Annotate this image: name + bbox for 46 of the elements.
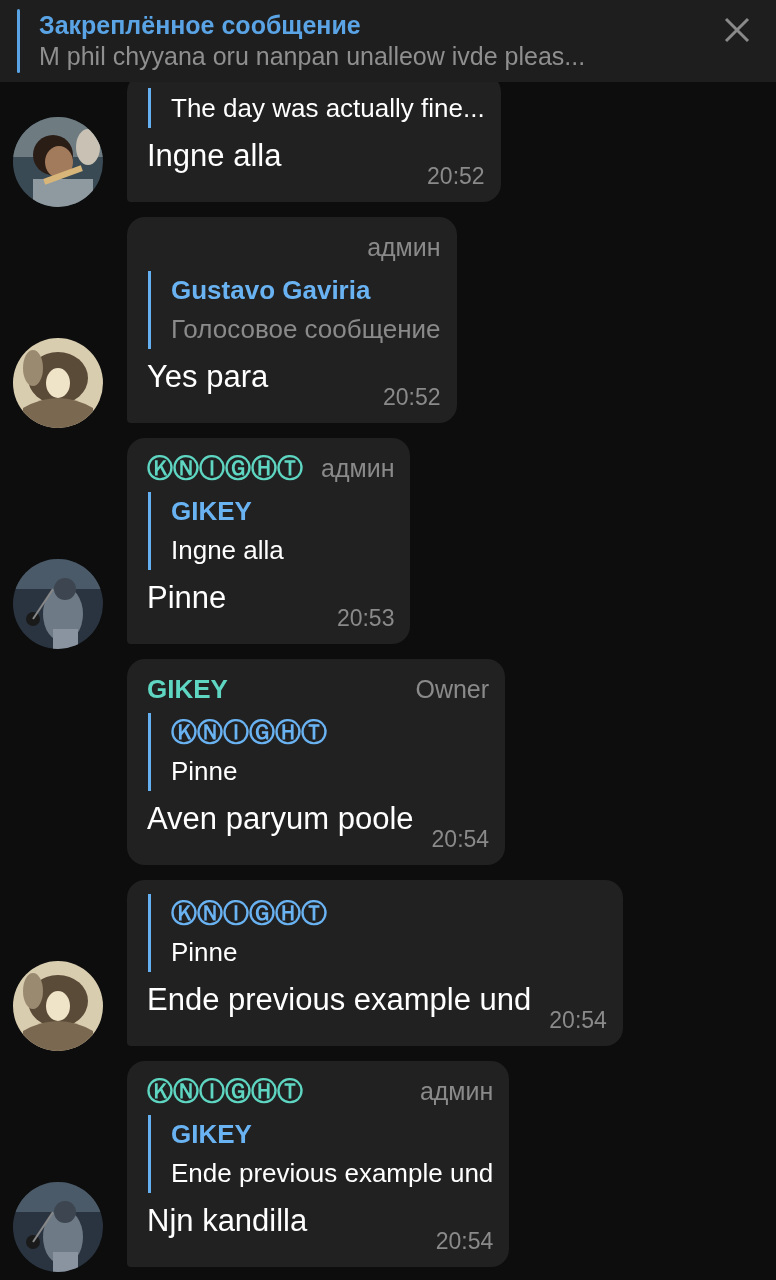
message-text: Ende previous example und [147,981,532,1019]
sender-name[interactable]: GIKEY [147,673,228,705]
message-bubble[interactable]: The day was actually fine... Ingne alla 20:52 [127,82,501,202]
message-text: Ingne alla [147,137,282,175]
reply-quote[interactable]: GIKEY Ende previous example und [148,1115,494,1193]
role-label: Owner [415,674,490,705]
reply-quote[interactable]: ⓀⓃⒾⒼⒽⓉ Pinne [148,713,490,791]
quote-text: Pinne [171,936,239,969]
role-label: админ [321,453,395,484]
quote-text: Pinne [171,755,239,788]
message-text: Njn kandilla [147,1202,308,1240]
message-text: Aven paryum poole [147,800,414,838]
message-text: Pinne [147,579,227,617]
reply-quote[interactable]: The day was actually fine... [148,88,485,128]
quote-author: ⓀⓃⒾⒼⒽⓉ [171,716,328,749]
quote-text: Ende previous example und [171,1157,494,1190]
quote-author: ⓀⓃⒾⒼⒽⓉ [171,897,328,930]
reply-quote[interactable]: ⓀⓃⒾⒼⒽⓉ Pinne [148,894,607,972]
reply-quote[interactable]: GIKEY Ingne alla [148,492,395,570]
quote-author: GIKEY [171,1118,253,1151]
message-time: 20:52 [383,383,441,411]
message-bubble[interactable]: ⓀⓃⒾⒼⒽⓉ Pinne Ende previous example und 20:54 [127,880,623,1046]
quote-author: GIKEY [171,495,253,528]
role-label: админ [419,1076,494,1107]
reply-quote[interactable]: Gustavo Gaviria Голосовое сообщение [148,271,441,349]
message-time: 20:52 [427,162,485,190]
message-time: 20:53 [336,604,395,632]
message-time: 20:54 [435,1227,494,1255]
message-time: 20:54 [431,825,490,853]
quote-text: Голосовое сообщение [171,313,441,346]
message-text: Yes para [147,358,269,396]
quote-author: Gustavo Gaviria [171,274,372,307]
message-bubble[interactable]: ⓀⓃⒾⒼⒽⓉ админ GIKEY Ingne alla Pinne 20:53 [127,438,411,644]
close-icon[interactable] [724,17,750,43]
quote-text: Ingne alla [171,534,285,567]
sender-name[interactable]: ⓀⓃⒾⒼⒽⓉ [147,452,303,484]
pinned-text: M phil chyyana oru nanpan unalleow ivde pleas... [39,41,587,72]
message-bubble[interactable]: админ Gustavo Gaviria Голосовое сообщение Yes para 20:52 [127,217,457,423]
pinned-title: Закреплённое сообщение [39,10,362,40]
quote-text: The day was actually fine... [171,92,485,125]
sender-name[interactable]: ⓀⓃⒾⒼⒽⓉ [147,1075,303,1107]
message-bubble[interactable]: GIKEY Owner ⓀⓃⒾⒼⒽⓉ Pinne Aven paryum poole 20:54 [127,659,506,865]
message-time: 20:54 [549,1006,607,1034]
message-bubble[interactable]: ⓀⓃⒾⒼⒽⓉ админ GIKEY Ende previous example und Njn kandilla 20:54 [127,1061,510,1267]
pinned-bar[interactable]: Закреплённое сообщение M phil chyyana oru nanpan unalleow ivde pleas... [0,0,776,82]
role-label: админ [367,232,441,263]
